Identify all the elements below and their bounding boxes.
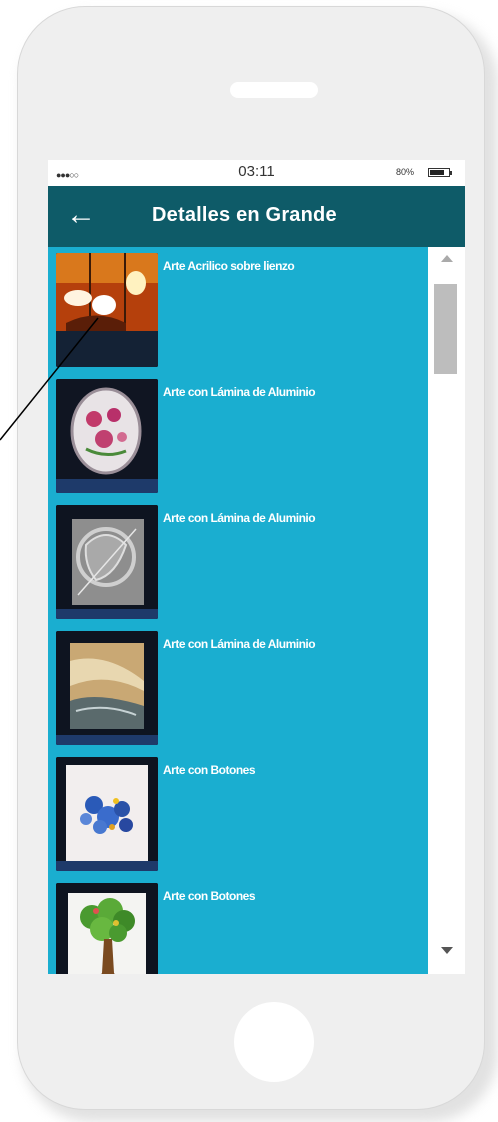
annotation-pointer-line [0, 317, 99, 441]
